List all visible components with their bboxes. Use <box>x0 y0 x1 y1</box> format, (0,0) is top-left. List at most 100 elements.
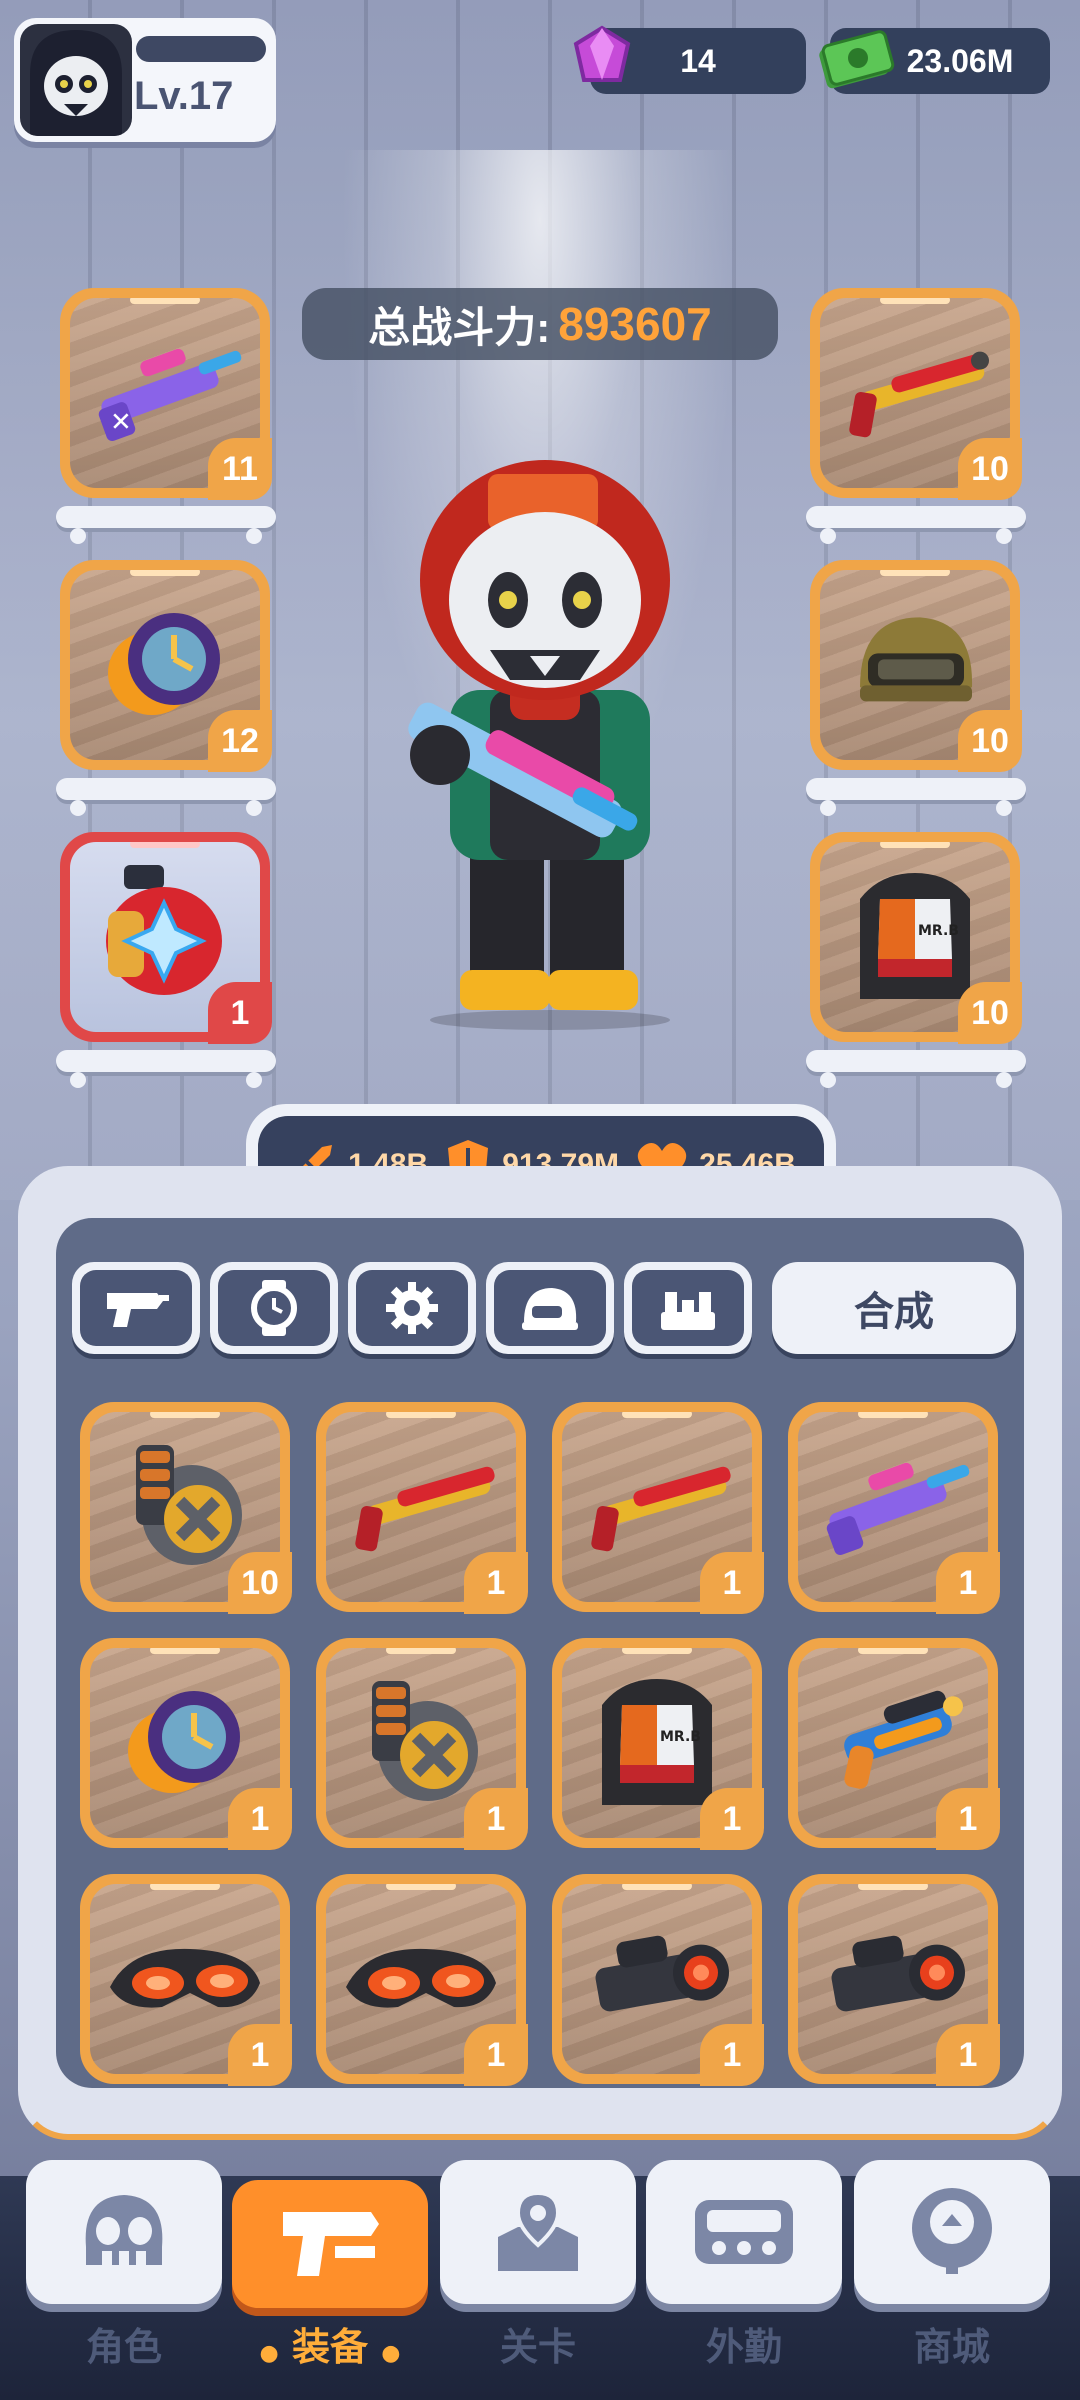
purple-rifle-icon: ✕ <box>98 348 242 442</box>
gear-icon <box>386 1282 438 1334</box>
red-shotgun-icon <box>849 351 989 438</box>
equipped-slot-vest[interactable]: MR.B 10 <box>810 832 1022 1044</box>
nav-label-equipment: ● 装备 ● <box>232 2316 428 2371</box>
inventory-item[interactable]: MR.B 1 <box>552 1638 764 1850</box>
item-count: 1 <box>464 1788 528 1850</box>
orange-goggles-icon <box>110 1948 260 2008</box>
inventory-filter-tabs: 合成 <box>72 1262 1016 1354</box>
nav-equipment[interactable] <box>232 2180 428 2308</box>
item-count: 10 <box>958 982 1022 1044</box>
inventory-item[interactable]: 1 <box>788 1402 1000 1614</box>
inventory-item[interactable]: 1 <box>788 1638 1000 1850</box>
nav-label-field-duty: 外勤 <box>705 2325 782 2369</box>
helmet-icon <box>522 1288 578 1330</box>
tab-watches[interactable] <box>210 1262 338 1354</box>
orange-goggles-icon <box>346 1948 496 2008</box>
watch-icon <box>251 1280 297 1336</box>
player-profile[interactable]: Lv.17 <box>14 18 276 142</box>
svg-text:MR.B: MR.B <box>918 923 959 939</box>
military-helmet-icon <box>860 617 973 702</box>
equipped-slot-helmet[interactable]: 10 <box>810 560 1022 772</box>
inventory-item[interactable]: 1 <box>552 1874 764 2086</box>
svg-text:✕: ✕ <box>110 408 132 438</box>
inventory-item[interactable]: 10 <box>80 1402 292 1614</box>
tab-armor[interactable] <box>624 1262 752 1354</box>
gun-icon <box>283 2212 379 2276</box>
nav-label-equipment-text: 装备 <box>291 2325 368 2369</box>
heart-medkit-icon <box>106 865 222 995</box>
total-power-label: 总战斗力: <box>368 303 551 351</box>
item-count: 11 <box>208 438 272 500</box>
mrbeast-vest-icon: MR.B <box>860 873 970 999</box>
item-count: 1 <box>936 1552 1000 1614</box>
item-count: 1 <box>228 2024 292 2086</box>
merge-button[interactable]: 合成 <box>772 1262 1016 1354</box>
gear-watch-icon <box>108 613 220 715</box>
active-dot-icon: ● <box>381 2341 401 2366</box>
shelf <box>56 506 276 544</box>
ammo-drum-icon <box>136 1445 242 1565</box>
shop-icon <box>912 2188 992 2274</box>
tab-weapons[interactable] <box>72 1262 200 1354</box>
nav-label-character: 角色 <box>85 2325 162 2369</box>
nav-stages[interactable] <box>440 2160 636 2304</box>
scope-icon <box>831 1935 965 2012</box>
shelf <box>56 778 276 816</box>
player-character[interactable] <box>380 450 700 1030</box>
item-count: 1 <box>700 1552 764 1614</box>
inventory-item[interactable]: 1 <box>788 1874 1000 2086</box>
player-avatar[interactable] <box>20 24 132 136</box>
gem-icon <box>573 25 631 82</box>
player-level: Lv.17 <box>134 74 234 118</box>
nav-character[interactable] <box>26 2160 222 2304</box>
cash-icon <box>819 30 895 89</box>
item-count: 1 <box>228 1788 292 1850</box>
shelf <box>806 506 1026 544</box>
equipped-slot-medkit[interactable]: 1 <box>60 832 272 1044</box>
item-count: 1 <box>464 2024 528 2086</box>
inventory-item[interactable]: 1 <box>316 1874 528 2086</box>
item-count: 10 <box>958 438 1022 500</box>
item-count: 1 <box>700 1788 764 1850</box>
inventory-item[interactable]: 1 <box>316 1638 528 1850</box>
gem-counter[interactable]: 14 <box>573 25 806 94</box>
controller-icon <box>695 2200 793 2264</box>
tab-helmets[interactable] <box>486 1262 614 1354</box>
purple-rifle-icon <box>826 1462 970 1556</box>
total-power-banner: 总战斗力: 893607 <box>302 288 778 360</box>
red-shotgun-icon <box>591 1466 731 1552</box>
equipped-slot-weapon[interactable]: ✕ 11 <box>60 288 272 500</box>
svg-text:MR.B: MR.B <box>660 1729 701 1745</box>
item-count: 1 <box>936 1788 1000 1850</box>
tab-gears[interactable] <box>348 1262 476 1354</box>
gun-icon <box>107 1293 169 1327</box>
nav-field-duty[interactable] <box>646 2160 842 2304</box>
map-pin-icon <box>498 2190 578 2271</box>
nav-label-stages: 关卡 <box>499 2325 576 2369</box>
cash-counter[interactable]: 23.06M <box>819 28 1050 94</box>
gear-watch-icon <box>128 1691 240 1793</box>
ammo-drum-icon <box>372 1681 478 1801</box>
item-count: 10 <box>958 710 1022 772</box>
inventory-item[interactable]: 1 <box>316 1402 528 1614</box>
shelf <box>806 1050 1026 1088</box>
item-count: 1 <box>936 2024 1000 2086</box>
inventory-grid: 10 1 1 1 1 1 MR.B 1 1 1 1 1 1 <box>80 1402 1000 2086</box>
gem-amount: 14 <box>680 42 716 79</box>
inventory-item[interactable]: 1 <box>80 1638 292 1850</box>
equipped-slot-watch[interactable]: 12 <box>60 560 272 772</box>
cash-amount: 23.06M <box>906 42 1014 79</box>
inventory-item[interactable]: 1 <box>80 1874 292 2086</box>
skull-icon <box>85 2195 163 2265</box>
blue-blaster-icon <box>844 1690 963 1789</box>
active-dot-icon: ● <box>259 2341 279 2366</box>
equipped-slot-secondary[interactable]: 10 <box>810 288 1022 500</box>
item-count: 1 <box>700 2024 764 2086</box>
nav-shop[interactable] <box>854 2160 1050 2304</box>
shelf <box>806 778 1026 816</box>
nav-label-shop: 商城 <box>913 2325 990 2369</box>
red-shotgun-icon <box>355 1466 495 1552</box>
total-power-value: 893607 <box>558 298 712 350</box>
item-count: 12 <box>208 710 272 772</box>
inventory-item[interactable]: 1 <box>552 1402 764 1614</box>
